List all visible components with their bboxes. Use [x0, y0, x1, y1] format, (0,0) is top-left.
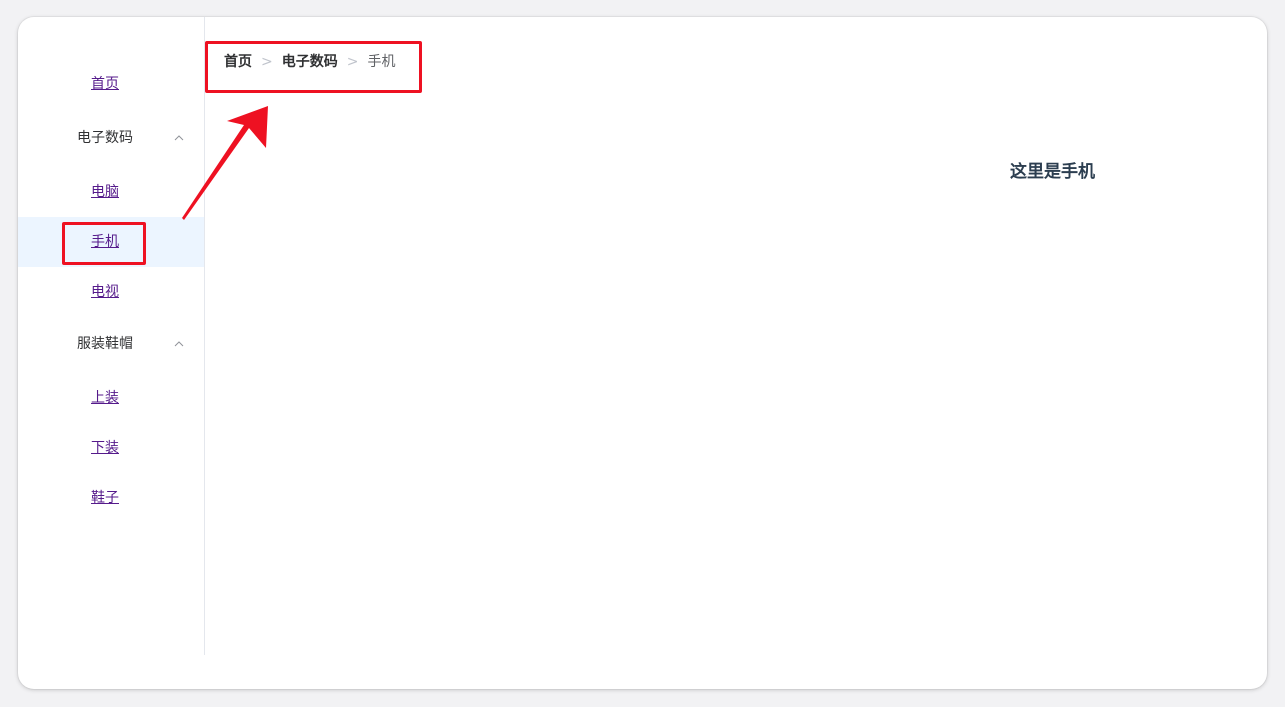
menu-item-bottoms[interactable]: 下装 [18, 423, 204, 473]
menu-link-tops[interactable]: 上装 [91, 373, 119, 423]
menu-item-tops[interactable]: 上装 [18, 373, 204, 423]
menu-link-tv[interactable]: 电视 [91, 267, 119, 317]
submenu-label-apparel: 服装鞋帽 [77, 336, 133, 352]
app-window: 首页 电子数码 电脑 手机 电视 服装鞋帽 上装 下装 鞋子 首页 > 电子数码… [18, 17, 1267, 689]
main-content: 首页 > 电子数码 > 手机 这里是手机 [205, 17, 1267, 655]
annotation-arrow-icon [182, 106, 268, 220]
menu-link-shoes[interactable]: 鞋子 [91, 473, 119, 523]
page-title: 这里是手机 [1010, 162, 1095, 182]
submenu-apparel[interactable]: 服装鞋帽 [18, 319, 204, 369]
chevron-up-icon [174, 341, 184, 347]
menu-link-bottoms[interactable]: 下装 [91, 423, 119, 473]
menu-item-shoes[interactable]: 鞋子 [18, 473, 204, 523]
menu-item-tv[interactable]: 电视 [18, 267, 204, 317]
